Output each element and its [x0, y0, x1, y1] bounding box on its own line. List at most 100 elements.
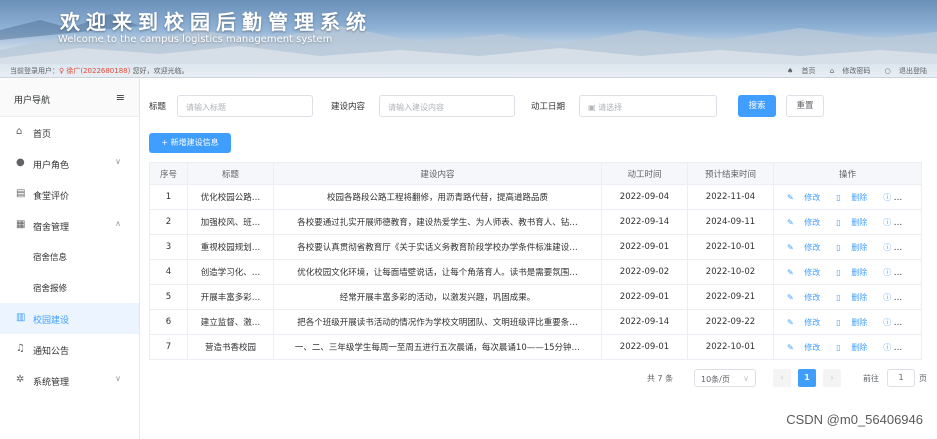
table-row: 3 重视校园规划… 各校要认真贯彻省教育厅《关于实话义务教育阶段学校办学条件标准建设… [149, 234, 922, 260]
construction-table: 序号 标题 建设内容 动工时间 预计结束时间 操作 1 优化校园公路… 校园各路段公路工程将翻… [149, 162, 922, 360]
user-icon: ● [16, 157, 25, 168]
current-user: 徐广(2022680188) [66, 67, 131, 75]
trash-icon: ▯ [836, 292, 844, 302]
sidebar-item-system[interactable]: ✲ 系统管理 ∨ [0, 365, 139, 396]
goto-page-input[interactable]: 1 [887, 369, 915, 387]
page-number-current[interactable]: 1 [798, 369, 816, 387]
reset-button[interactable]: 重置 [786, 95, 824, 117]
edit-button[interactable]: ✎ 修改 [783, 318, 824, 327]
edit-icon: ✎ [787, 342, 797, 352]
column-header: 建设内容 [273, 162, 602, 185]
edit-icon: ✎ [787, 242, 797, 252]
detail-button[interactable]: ⓘ 详情 [879, 243, 920, 252]
prev-page-button[interactable]: ‹ [773, 369, 791, 387]
login-info: 当前登录用户：♀ 徐广(2022680188) 您好，欢迎光临。 [10, 67, 189, 75]
sidebar-item-user-roles[interactable]: ● 用户角色 ∨ [0, 148, 139, 179]
greeting: 您好，欢迎光临。 [132, 67, 189, 75]
delete-button[interactable]: ▯ 删除 [832, 243, 871, 252]
trash-icon: ▯ [836, 217, 844, 227]
cell-title: 重视校园规划… [187, 234, 274, 260]
cell-end-date: 2022-10-01 [687, 234, 774, 260]
cell-content: 各校要认真贯彻省教育厅《关于实话义务教育阶段学校办学条件标准建设… [273, 234, 602, 260]
sidebar-item-campus-construction[interactable]: ▥ 校园建设 [0, 303, 139, 334]
table-row: 2 加强校风、班… 各校要通过扎实开展师德教育，建设热爱学生、为人师表、教书育人、钻… [149, 209, 922, 235]
home-link[interactable]: ♠ 首页 [781, 67, 816, 75]
detail-button[interactable]: ⓘ 详情 [879, 218, 920, 227]
edit-icon: ✎ [787, 217, 797, 227]
cell-actions: ✎ 修改 ▯ 删除 ⓘ 详情 [773, 284, 922, 310]
delete-button[interactable]: ▯ 删除 [832, 268, 871, 277]
sidebar-item-dorm-repair[interactable]: 宿舍报修 [0, 272, 139, 303]
edit-button[interactable]: ✎ 修改 [783, 218, 824, 227]
column-header: 动工时间 [601, 162, 688, 185]
next-page-button[interactable]: › [823, 369, 841, 387]
cell-title: 创造学习化、… [187, 259, 274, 285]
page-size-select[interactable]: 10条/页 ∨ [694, 369, 756, 387]
sidebar-item-notices[interactable]: ♫ 通知公告 [0, 334, 139, 365]
trash-icon: ▯ [836, 192, 844, 202]
detail-button[interactable]: ⓘ 详情 [879, 292, 920, 302]
table-row: 5 开展丰富多彩… 经常开展丰富多彩的活动，以激发兴趣，巩固成果。 2022-09-0… [149, 284, 922, 310]
cell-start-date: 2022-09-01 [601, 334, 688, 360]
change-password-link[interactable]: ⌂ 修改密码 [824, 67, 871, 75]
date-picker[interactable]: ▣ 请选择 [579, 95, 717, 117]
goto-label: 前往 [863, 374, 879, 383]
cell-index: 2 [149, 209, 188, 235]
content-label: 建设内容 [331, 102, 366, 112]
edit-icon: ✎ [787, 192, 797, 202]
delete-button[interactable]: ▯ 删除 [832, 193, 871, 202]
lock-icon: ⌂ [829, 67, 835, 75]
menu-toggle-icon[interactable]: ≡ [116, 91, 125, 104]
detail-button[interactable]: ⓘ 详情 [879, 343, 920, 352]
sidebar-item-dorm-info[interactable]: 宿舍信息 [0, 241, 139, 272]
logout-link[interactable]: ○ 退出登陆 [879, 67, 927, 75]
info-bar: 当前登录用户：♀ 徐广(2022680188) 您好，欢迎光临。 ♠ 首页 ⌂ … [0, 64, 937, 78]
edit-button[interactable]: ✎ 修改 [783, 193, 824, 202]
cell-index: 7 [149, 334, 188, 360]
construction-icon: ▥ [16, 312, 26, 323]
sidebar: 用户导航 ≡ ⌂ 首页 ● 用户角色 ∨ ▤ 食堂评价 ▦ 宿舍管理 ∧ 宿舍信… [0, 79, 140, 439]
delete-button[interactable]: ▯ 删除 [832, 318, 871, 327]
info-icon: ⓘ [883, 267, 894, 277]
sidebar-title: 用户导航 [14, 96, 51, 106]
delete-button[interactable]: ▯ 删除 [832, 218, 871, 227]
add-construction-button[interactable]: + 新增建设信息 [149, 133, 231, 153]
detail-button[interactable]: ⓘ 详情 [879, 317, 920, 327]
cell-content: 校园各路段公路工程将翻修，用沥青路代替，提高道路品质 [273, 184, 602, 210]
chevron-up-icon: ∧ [115, 219, 121, 228]
edit-icon: ✎ [787, 267, 797, 277]
trash-icon: ▯ [836, 267, 844, 277]
cell-content: 一、二、三年级学生每周一至周五进行五次晨诵，每次晨诵10——15分钟… [273, 334, 602, 360]
sidebar-item-canteen-review[interactable]: ▤ 食堂评价 [0, 179, 139, 210]
banner-title: 欢迎来到校园后勤管理系统 [60, 10, 372, 34]
edit-icon: ✎ [787, 317, 797, 327]
content-input[interactable]: 请输入建设内容 [379, 95, 515, 117]
delete-button[interactable]: ▯ 删除 [832, 343, 871, 352]
sidebar-header: 用户导航 ≡ [0, 79, 139, 117]
column-header: 操作 [773, 162, 922, 185]
detail-button[interactable]: ⓘ 详情 [879, 193, 920, 202]
cell-actions: ✎ 修改 ▯ 删除 ⓘ 详情 [773, 334, 922, 360]
sidebar-item-dorm-management[interactable]: ▦ 宿舍管理 ∧ [0, 210, 139, 241]
cell-content: 经常开展丰富多彩的活动，以激发兴趣，巩固成果。 [273, 284, 602, 310]
delete-button[interactable]: ▯ 删除 [832, 293, 871, 302]
edit-button[interactable]: ✎ 修改 [783, 293, 824, 302]
sidebar-item-home[interactable]: ⌂ 首页 [0, 117, 139, 148]
cell-title: 加强校风、班… [187, 209, 274, 235]
edit-button[interactable]: ✎ 修改 [783, 243, 824, 252]
info-icon: ⓘ [883, 317, 894, 327]
cell-actions: ✎ 修改 ▯ 删除 ⓘ 详情 [773, 209, 922, 235]
cell-end-date: 2022-11-04 [687, 184, 774, 210]
detail-button[interactable]: ⓘ 详情 [879, 267, 920, 277]
column-header: 序号 [149, 162, 188, 185]
trash-icon: ▯ [836, 342, 844, 352]
info-icon: ⓘ [883, 292, 894, 302]
document-icon: ▤ [16, 188, 26, 199]
cell-end-date: 2022-10-01 [687, 334, 774, 360]
title-input[interactable]: 请输入标题 [177, 95, 313, 117]
cell-title: 优化校园公路… [187, 184, 274, 210]
edit-button[interactable]: ✎ 修改 [783, 268, 824, 277]
search-button[interactable]: 搜索 [738, 95, 776, 117]
edit-button[interactable]: ✎ 修改 [783, 343, 824, 352]
column-header: 预计结束时间 [687, 162, 774, 185]
